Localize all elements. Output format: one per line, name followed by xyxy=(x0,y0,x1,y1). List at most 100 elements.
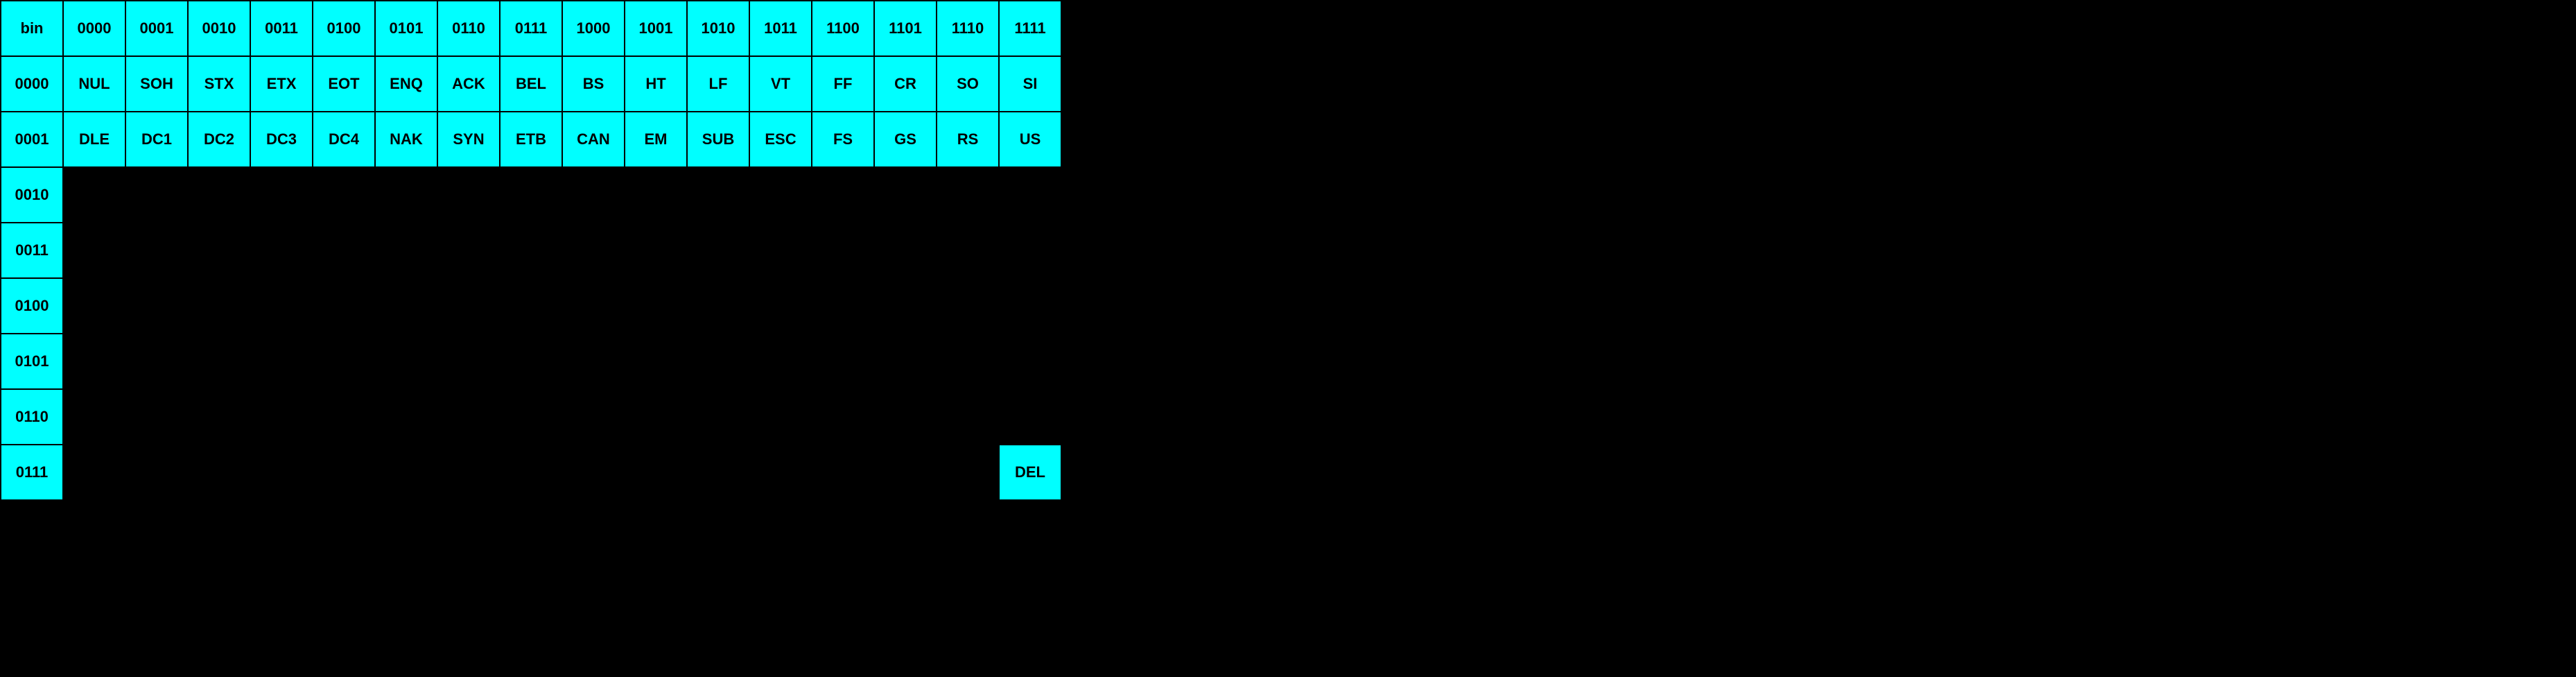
cell-r0101-c8 xyxy=(562,334,625,389)
cell-r0100-c14 xyxy=(937,278,999,334)
cell-r0111-c0 xyxy=(63,445,125,500)
ascii-table-container: bin 0000 0001 0010 0011 0100 0101 0110 0… xyxy=(0,0,1062,501)
cell-r0001-c10: SUB xyxy=(687,112,749,167)
cell-r0100-c12 xyxy=(812,278,874,334)
cell-r0101-c11 xyxy=(749,334,812,389)
cell-r0001-c3: DC3 xyxy=(250,112,313,167)
cell-r0011-c4 xyxy=(313,223,375,278)
row-label-0100: 0100 xyxy=(1,278,63,334)
cell-r0100-c3 xyxy=(250,278,313,334)
cell-r0100-c11 xyxy=(749,278,812,334)
col-header-0000: 0000 xyxy=(63,1,125,56)
cell-r0011-c6 xyxy=(437,223,500,278)
cell-r0101-c9 xyxy=(625,334,687,389)
cell-r0100-c15 xyxy=(999,278,1061,334)
cell-r0101-c13 xyxy=(874,334,937,389)
table-row: 0101 xyxy=(1,334,1061,389)
cell-r0011-c14 xyxy=(937,223,999,278)
cell-r0001-c2: DC2 xyxy=(188,112,250,167)
cell-r0000-c11: VT xyxy=(749,56,812,112)
cell-r0110-c14 xyxy=(937,389,999,445)
cell-r0101-c6 xyxy=(437,334,500,389)
cell-r0001-c9: EM xyxy=(625,112,687,167)
cell-r0000-c4: EOT xyxy=(313,56,375,112)
cell-r0110-c10 xyxy=(687,389,749,445)
cell-r0011-c3 xyxy=(250,223,313,278)
cell-r0001-c12: FS xyxy=(812,112,874,167)
cell-r0100-c7 xyxy=(500,278,562,334)
cell-r0000-c7: BEL xyxy=(500,56,562,112)
col-header-1111: 1111 xyxy=(999,1,1061,56)
cell-r0001-c13: GS xyxy=(874,112,937,167)
col-header-1011: 1011 xyxy=(749,1,812,56)
cell-r0110-c11 xyxy=(749,389,812,445)
cell-r0011-c1 xyxy=(125,223,188,278)
cell-r0000-c15: SI xyxy=(999,56,1061,112)
col-header-1101: 1101 xyxy=(874,1,937,56)
col-header-0111: 0111 xyxy=(500,1,562,56)
cell-r0111-c5 xyxy=(375,445,437,500)
cell-r0111-c15: DEL xyxy=(999,445,1061,500)
cell-r0000-c14: SO xyxy=(937,56,999,112)
cell-r0111-c6 xyxy=(437,445,500,500)
cell-r0100-c5 xyxy=(375,278,437,334)
cell-r0011-c2 xyxy=(188,223,250,278)
cell-r0010-c15 xyxy=(999,167,1061,223)
cell-r0001-c8: CAN xyxy=(562,112,625,167)
col-header-0101: 0101 xyxy=(375,1,437,56)
cell-r0010-c13 xyxy=(874,167,937,223)
cell-r0110-c15 xyxy=(999,389,1061,445)
cell-r0100-c6 xyxy=(437,278,500,334)
cell-r0111-c13 xyxy=(874,445,937,500)
cell-r0011-c10 xyxy=(687,223,749,278)
cell-r0100-c13 xyxy=(874,278,937,334)
cell-r0000-c5: ENQ xyxy=(375,56,437,112)
row-label-0011: 0011 xyxy=(1,223,63,278)
cell-r0110-c5 xyxy=(375,389,437,445)
cell-r0111-c4 xyxy=(313,445,375,500)
cell-r0101-c3 xyxy=(250,334,313,389)
table-row: 0000NULSOHSTXETXEOTENQACKBELBSHTLFVTFFCR… xyxy=(1,56,1061,112)
cell-r0000-c1: SOH xyxy=(125,56,188,112)
table-row: 0010 xyxy=(1,167,1061,223)
cell-r0011-c0 xyxy=(63,223,125,278)
cell-r0100-c9 xyxy=(625,278,687,334)
cell-r0100-c10 xyxy=(687,278,749,334)
cell-r0001-c4: DC4 xyxy=(313,112,375,167)
cell-r0100-c8 xyxy=(562,278,625,334)
col-header-1110: 1110 xyxy=(937,1,999,56)
table-row: 0110 xyxy=(1,389,1061,445)
cell-r0011-c11 xyxy=(749,223,812,278)
cell-r0000-c10: LF xyxy=(687,56,749,112)
cell-r0010-c7 xyxy=(500,167,562,223)
cell-r0010-c8 xyxy=(562,167,625,223)
cell-r0000-c6: ACK xyxy=(437,56,500,112)
cell-r0110-c3 xyxy=(250,389,313,445)
col-header-0100: 0100 xyxy=(313,1,375,56)
row-label-0110: 0110 xyxy=(1,389,63,445)
cell-r0110-c13 xyxy=(874,389,937,445)
cell-r0110-c9 xyxy=(625,389,687,445)
row-label-0001: 0001 xyxy=(1,112,63,167)
col-header-1010: 1010 xyxy=(687,1,749,56)
cell-r0101-c2 xyxy=(188,334,250,389)
cell-r0111-c2 xyxy=(188,445,250,500)
cell-r0010-c12 xyxy=(812,167,874,223)
cell-r0111-c1 xyxy=(125,445,188,500)
row-label-0111: 0111 xyxy=(1,445,63,500)
cell-r0111-c11 xyxy=(749,445,812,500)
cell-r0010-c4 xyxy=(313,167,375,223)
table-row: 0011 xyxy=(1,223,1061,278)
cell-r0001-c11: ESC xyxy=(749,112,812,167)
cell-r0010-c1 xyxy=(125,167,188,223)
cell-r0100-c2 xyxy=(188,278,250,334)
cell-r0000-c12: FF xyxy=(812,56,874,112)
cell-r0111-c10 xyxy=(687,445,749,500)
cell-r0111-c3 xyxy=(250,445,313,500)
cell-r0001-c1: DC1 xyxy=(125,112,188,167)
cell-r0011-c7 xyxy=(500,223,562,278)
cell-r0110-c2 xyxy=(188,389,250,445)
cell-r0000-c0: NUL xyxy=(63,56,125,112)
cell-r0001-c0: DLE xyxy=(63,112,125,167)
cell-r0101-c12 xyxy=(812,334,874,389)
